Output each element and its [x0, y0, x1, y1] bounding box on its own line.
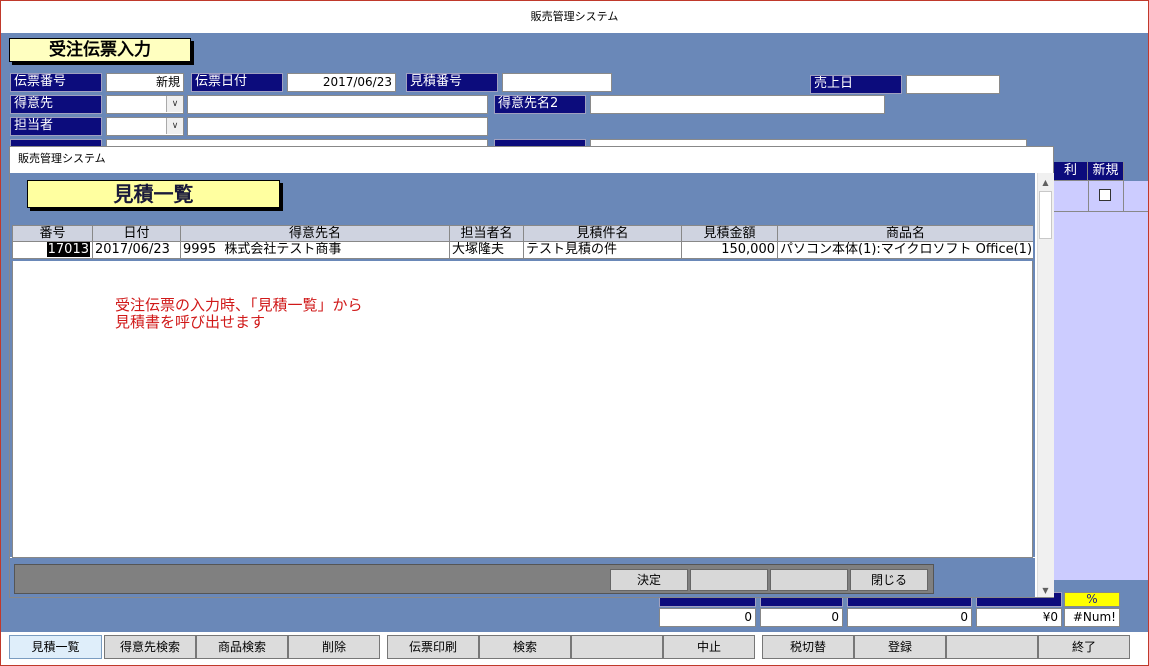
total-field-percent: #Num!	[1064, 608, 1120, 627]
staff-label: 担当者	[10, 117, 102, 136]
grid-header-profit: 利	[1054, 162, 1088, 181]
cell-no[interactable]: 17013	[46, 242, 90, 257]
grid-empty-area	[1054, 212, 1148, 580]
cell-customer-name: 株式会社テスト商事	[224, 242, 342, 257]
cell-amount[interactable]: 150,000	[682, 242, 778, 259]
register-button[interactable]: 登録	[854, 635, 946, 659]
cell-customer[interactable]: 9995 株式会社テスト商事	[181, 242, 450, 259]
chevron-down-icon[interactable]: ∨	[166, 96, 183, 112]
sales-date-field[interactable]	[906, 75, 1000, 94]
customer-label: 得意先	[10, 95, 102, 114]
total-field-3: 0	[847, 608, 972, 627]
column-header-subject: 見積件名	[524, 226, 682, 242]
delete-button[interactable]: 削除	[288, 635, 380, 659]
search-button[interactable]: 検索	[479, 635, 571, 659]
column-header-customer: 得意先名	[181, 226, 450, 242]
blank-button-2[interactable]	[770, 569, 848, 591]
dialog-title: 販売管理システム	[10, 147, 1053, 173]
cell-date[interactable]: 2017/06/23	[93, 242, 181, 259]
tax-toggle-button[interactable]: 税切替	[762, 635, 854, 659]
scroll-up-icon[interactable]: ▲	[1037, 175, 1054, 191]
table-row[interactable]: 17013	[13, 242, 93, 259]
cell-subject[interactable]: テスト見積の件	[524, 242, 682, 259]
total-field-2: 0	[760, 608, 843, 627]
sales-date-label: 売上日	[810, 75, 902, 94]
annotation-note: 受注伝票の入力時、「見積一覧」から 見積書を呼び出せます	[115, 296, 363, 331]
column-header-items: 商品名	[778, 226, 1033, 242]
close-button[interactable]: 閉じる	[850, 569, 928, 591]
total-field-1: 0	[659, 608, 756, 627]
customer-name2-field[interactable]	[590, 95, 885, 114]
product-search-button[interactable]: 商品検索	[196, 635, 288, 659]
dialog-form-title: 見積一覧	[27, 180, 280, 208]
blank-toolbar-button[interactable]	[571, 635, 663, 659]
percent-label: %	[1064, 592, 1120, 607]
customer-name2-label: 得意先名2	[494, 95, 586, 114]
total-field-4: ¥0	[976, 608, 1062, 627]
row-separator	[12, 259, 1033, 261]
slip-no-field[interactable]: 新規	[106, 73, 184, 92]
cancel-button[interactable]: 中止	[663, 635, 755, 659]
customer-search-button[interactable]: 得意先検索	[104, 635, 196, 659]
grid-header-new: 新規	[1088, 162, 1124, 181]
estimate-list-button[interactable]: 見積一覧	[9, 635, 102, 659]
form-title: 受注伝票入力	[9, 38, 191, 62]
column-header-date: 日付	[93, 226, 181, 242]
column-header-staff: 担当者名	[450, 226, 524, 242]
slip-date-label: 伝票日付	[191, 73, 283, 92]
decide-button[interactable]: 決定	[610, 569, 688, 591]
new-checkbox[interactable]	[1099, 189, 1111, 201]
window-title: 販売管理システム	[1, 1, 1148, 33]
chevron-down-icon[interactable]: ∨	[166, 118, 183, 134]
estimate-grid	[12, 225, 1033, 558]
scroll-thumb[interactable]	[1039, 191, 1052, 239]
column-header-amount: 見積金額	[682, 226, 778, 242]
print-slip-button[interactable]: 伝票印刷	[387, 635, 479, 659]
estimate-no-label: 見積番号	[406, 73, 498, 92]
scroll-down-icon[interactable]: ▼	[1037, 583, 1054, 599]
blank-button-1[interactable]	[690, 569, 768, 591]
cell-customer-code: 9995	[183, 242, 217, 257]
customer-name-field[interactable]	[187, 95, 488, 114]
column-header-no: 番号	[13, 226, 93, 242]
slip-date-field[interactable]: 2017/06/23	[287, 73, 396, 92]
slip-no-label: 伝票番号	[10, 73, 102, 92]
cell-items[interactable]: パソコン本体(1):マイクロソフト Office(1):	[778, 242, 1033, 259]
estimate-no-field[interactable]	[502, 73, 612, 92]
cell-staff[interactable]: 大塚隆夫	[450, 242, 524, 259]
staff-name-field[interactable]	[187, 117, 488, 136]
exit-button[interactable]: 終了	[1038, 635, 1130, 659]
blank-toolbar-button-2[interactable]	[946, 635, 1038, 659]
